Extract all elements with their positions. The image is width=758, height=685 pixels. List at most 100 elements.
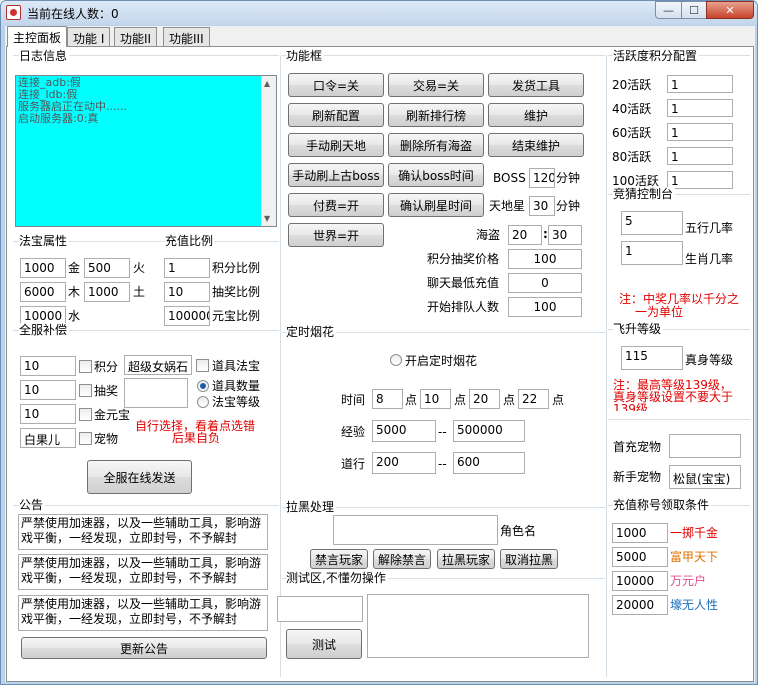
yuanbao-ratio-input[interactable]: 100000 <box>164 306 210 326</box>
wood-input[interactable]: 6000 <box>20 282 66 302</box>
comp-gold-input[interactable]: 10 <box>20 404 76 424</box>
exp-label: 经验 <box>341 425 366 439</box>
comp-pet-label: 宠物 <box>94 432 119 446</box>
role-name-input[interactable] <box>333 515 498 545</box>
tab-main-panel[interactable]: 主控面板 <box>7 26 68 47</box>
minimize-button[interactable]: — <box>655 1 682 19</box>
test-button[interactable]: 测试 <box>286 629 362 659</box>
chat-min-recharge-input[interactable]: 0 <box>508 273 582 293</box>
send-all-online-button[interactable]: 全服在线发送 <box>87 460 192 494</box>
fireworks-time-2-input[interactable]: 10 <box>420 389 451 409</box>
newbie-pet-label: 新手宠物 <box>613 470 662 484</box>
announce-input-3[interactable]: 严禁使用加速器，以及一些辅助工具，影响游 戏平衡，一经发现，立即封号，不予解封 <box>18 595 268 631</box>
test-input[interactable] <box>277 596 363 622</box>
title-4-label: 壕无人性 <box>670 598 719 612</box>
app-window: 当前在线人数：0 — ☐ ✕ 主控面板 功能 I 功能II 功能III 日志信息… <box>0 0 758 685</box>
fire-input[interactable]: 500 <box>84 258 130 278</box>
active-100-input[interactable]: 1 <box>667 171 733 189</box>
end-maintenance-button[interactable]: 结束维护 <box>488 133 584 157</box>
tiandi-star-minutes-input[interactable]: 30 <box>529 196 555 216</box>
confirm-boss-time-button[interactable]: 确认boss时间 <box>388 163 484 187</box>
title-1-amount-input[interactable]: 1000 <box>612 523 668 543</box>
comp-pet-checkbox[interactable] <box>79 432 92 445</box>
update-announce-button[interactable]: 更新公告 <box>21 637 267 659</box>
maintenance-button[interactable]: 维护 <box>488 103 584 127</box>
scroll-up-icon[interactable]: ▲ <box>264 79 270 88</box>
confirm-star-time-button[interactable]: 确认刷星时间 <box>388 193 484 217</box>
daoxing-min-input[interactable]: 200 <box>372 452 436 474</box>
exp-min-input[interactable]: 5000 <box>372 420 436 442</box>
chat-min-recharge-label: 聊天最低充值 <box>427 276 500 290</box>
fireworks-time-1-input[interactable]: 8 <box>372 389 403 409</box>
active-60-input[interactable]: 1 <box>667 123 733 141</box>
dian-label: 点 <box>552 393 565 407</box>
delivery-tool-button[interactable]: 发货工具 <box>488 73 584 97</box>
comp-points-input[interactable]: 10 <box>20 356 76 376</box>
active-40-input[interactable]: 1 <box>667 99 733 117</box>
announce-group-title: 公告 <box>19 498 46 512</box>
true-body-level-input[interactable]: 115 <box>621 346 683 370</box>
pirate-label: 海盗 <box>476 228 501 242</box>
active-20-input[interactable]: 1 <box>667 75 733 93</box>
comp-item-name-input[interactable]: 超级女娲石 <box>124 355 192 375</box>
pirate-minute-input[interactable]: 30 <box>548 225 582 245</box>
trade-toggle-button[interactable]: 交易=关 <box>388 73 484 97</box>
comp-lottery-input[interactable]: 10 <box>20 380 76 400</box>
pay-toggle-button[interactable]: 付费=开 <box>288 193 384 217</box>
guess-group-title: 竞猜控制台 <box>613 187 676 201</box>
close-button[interactable]: ✕ <box>706 1 754 19</box>
treasure-level-radio[interactable] <box>197 396 209 408</box>
item-count-radio[interactable] <box>197 380 209 392</box>
maximize-button[interactable]: ☐ <box>681 1 707 19</box>
queue-start-input[interactable]: 100 <box>508 297 582 317</box>
refresh-tiandi-button[interactable]: 手动刷天地 <box>288 133 384 157</box>
title-2-amount-input[interactable]: 5000 <box>612 547 668 567</box>
announce-input-2[interactable]: 严禁使用加速器，以及一些辅助工具，影响游 戏平衡，一经发现，立即封号，不予解封 <box>18 554 268 590</box>
lottery-price-input[interactable]: 100 <box>508 249 582 269</box>
fireworks-time-4-input[interactable]: 22 <box>518 389 549 409</box>
first-recharge-pet-input[interactable] <box>669 434 741 458</box>
tab-function-3[interactable]: 功能III <box>163 27 210 46</box>
announce-input-1[interactable]: 严禁使用加速器，以及一些辅助工具，影响游 戏平衡，一经发现，立即封号，不予解封 <box>18 514 268 550</box>
five-elements-rate-input[interactable]: 5 <box>621 211 683 235</box>
newbie-pet-input[interactable]: 松鼠(宝宝) <box>669 465 741 489</box>
daoxing-max-input[interactable]: 600 <box>453 452 525 474</box>
title-3-amount-input[interactable]: 10000 <box>612 571 668 591</box>
password-toggle-button[interactable]: 口令=关 <box>288 73 384 97</box>
exp-max-input[interactable]: 500000 <box>453 420 525 442</box>
active-80-input[interactable]: 1 <box>667 147 733 165</box>
comp-points-checkbox[interactable] <box>79 360 92 373</box>
refresh-config-button[interactable]: 刷新配置 <box>288 103 384 127</box>
item-treasure-checkbox[interactable] <box>196 359 209 372</box>
refresh-ancient-boss-button[interactable]: 手动刷上古boss <box>288 163 384 187</box>
refresh-ranking-button[interactable]: 刷新排行榜 <box>388 103 484 127</box>
scroll-down-icon[interactable]: ▼ <box>264 214 270 223</box>
pirate-hour-input[interactable]: 20 <box>508 225 542 245</box>
fireworks-time-3-input[interactable]: 20 <box>469 389 500 409</box>
mute-player-button[interactable]: 禁言玩家 <box>310 549 368 569</box>
remove-blacklist-button[interactable]: 取消拉黑 <box>500 549 558 569</box>
world-toggle-button[interactable]: 世界=开 <box>288 223 384 247</box>
comp-pet-input[interactable]: 白果儿 <box>20 428 76 448</box>
boss-minutes-input[interactable]: 120 <box>529 168 555 188</box>
fireworks-enable-radio[interactable] <box>390 354 402 366</box>
comp-item-value-input[interactable] <box>124 378 188 408</box>
comp-lottery-checkbox[interactable] <box>79 384 92 397</box>
earth-input[interactable]: 1000 <box>84 282 130 302</box>
lottery-ratio-input[interactable]: 10 <box>164 282 210 302</box>
test-output-area[interactable] <box>367 594 589 658</box>
log-textbox[interactable]: 连接_adb:假 连接_ldb:假 服务器启正在动中...... 启动服务器:0… <box>15 75 277 227</box>
unmute-player-button[interactable]: 解除禁言 <box>373 549 431 569</box>
announce-group <box>13 505 279 506</box>
queue-start-label: 开始排队人数 <box>427 300 500 314</box>
blacklist-player-button[interactable]: 拉黑玩家 <box>437 549 495 569</box>
points-ratio-input[interactable]: 1 <box>164 258 210 278</box>
comp-gold-checkbox[interactable] <box>79 408 92 421</box>
zodiac-rate-input[interactable]: 1 <box>621 241 683 265</box>
delete-pirates-button[interactable]: 删除所有海盗 <box>388 133 484 157</box>
title-4-amount-input[interactable]: 20000 <box>612 595 668 615</box>
tab-function-2[interactable]: 功能II <box>114 27 158 46</box>
log-scrollbar[interactable]: ▲ ▼ <box>261 76 276 226</box>
tab-function-1[interactable]: 功能 I <box>67 27 111 46</box>
metal-input[interactable]: 1000 <box>20 258 66 278</box>
